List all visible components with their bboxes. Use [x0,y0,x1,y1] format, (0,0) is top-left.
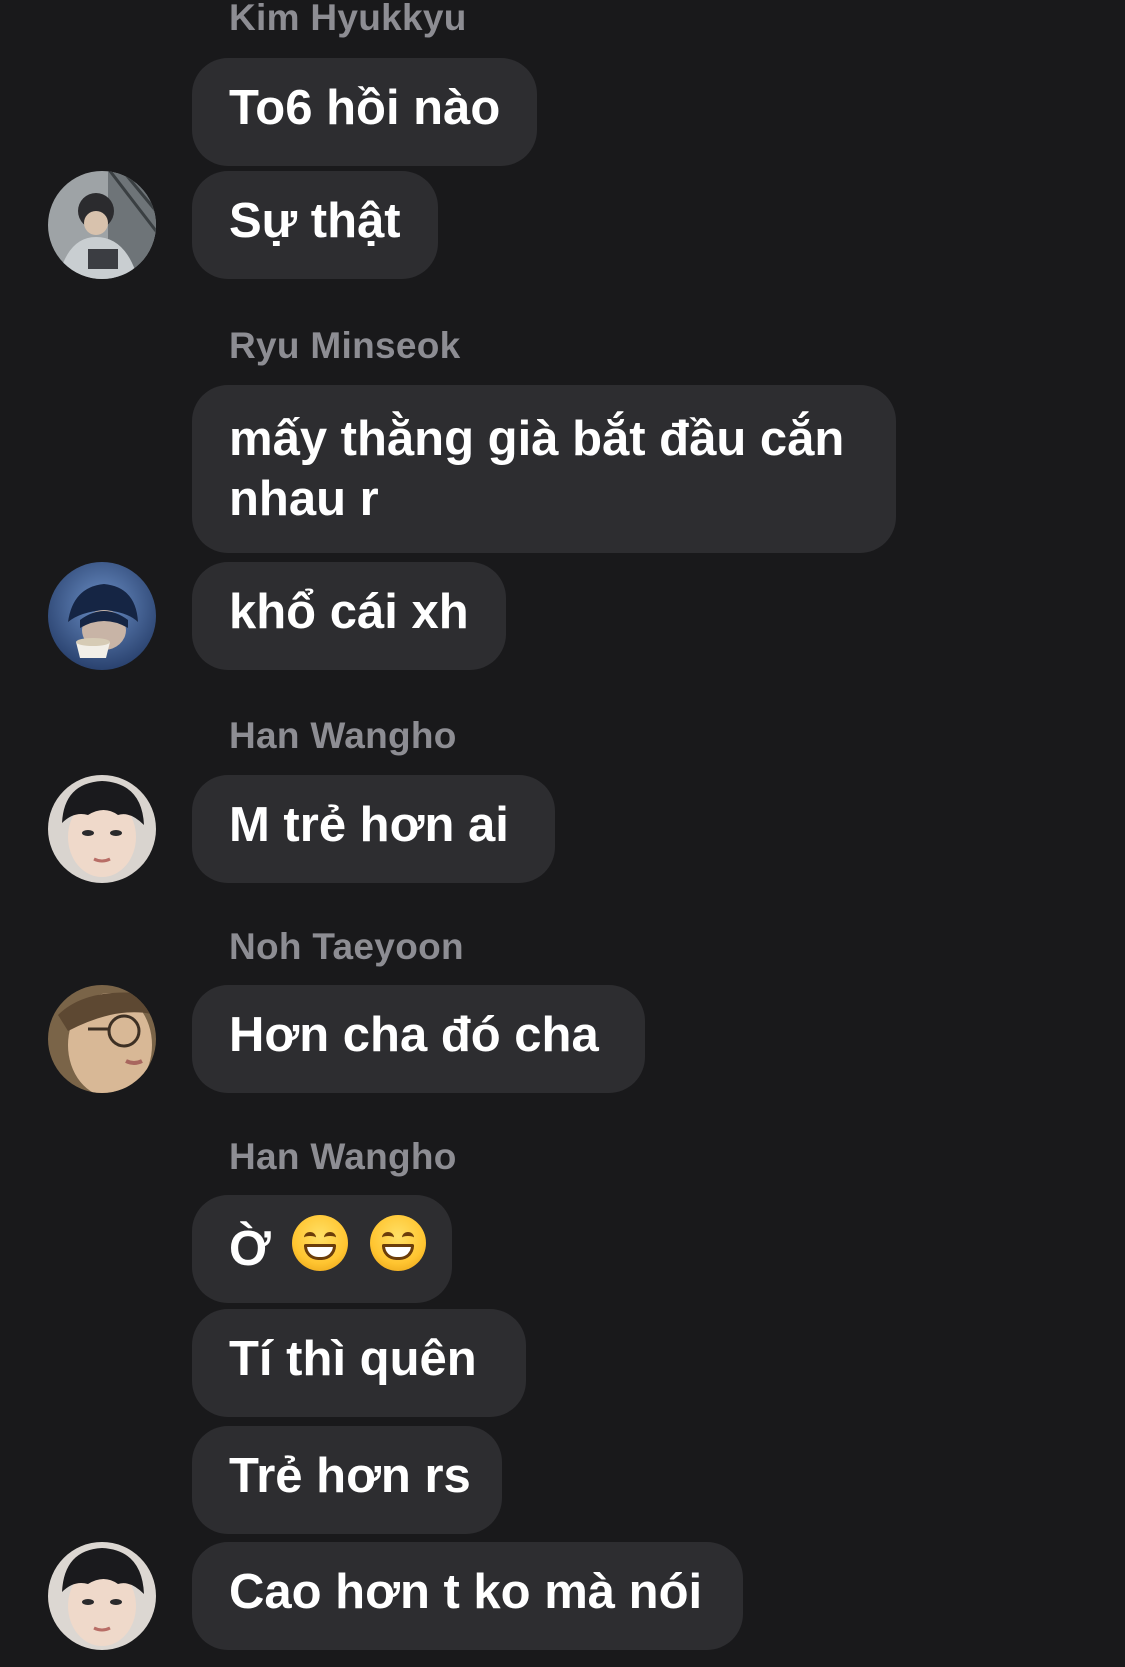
message-bubble[interactable]: Hơn cha đó cha [192,985,645,1093]
grinning-face-icon [292,1215,349,1271]
sender-name: Han Wangho [229,1136,457,1177]
avatar[interactable] [48,562,156,670]
avatar[interactable] [48,775,156,883]
user-photo-icon [48,775,156,883]
user-photo-icon [48,171,156,279]
sender-name: Han Wangho [229,715,457,756]
message-bubble[interactable]: Ờ [192,1195,452,1303]
user-photo-icon [48,1542,156,1650]
message-bubble[interactable]: Trẻ hơn rs [192,1426,502,1534]
grinning-face-icon [370,1215,427,1271]
user-photo-icon [48,562,156,670]
avatar[interactable] [48,1542,156,1650]
avatar[interactable] [48,171,156,279]
message-bubble[interactable]: M trẻ hơn ai [192,775,555,883]
message-bubble[interactable]: Sự thật [192,171,438,279]
sender-name: Ryu Minseok [229,325,461,366]
message-bubble[interactable]: To6 hồi nào [192,58,538,166]
avatar[interactable] [48,985,156,1093]
sender-name: Noh Taeyoon [229,926,464,967]
message-text: Ờ [229,1222,271,1276]
sender-name: Kim Hyukkyu [229,0,467,38]
message-bubble[interactable]: Tí thì quên [192,1309,526,1417]
message-bubble[interactable]: mấy thằng già bắt đầu cắn nhau r [192,385,896,553]
message-bubble[interactable]: khổ cái xh [192,562,506,670]
message-bubble[interactable]: Cao hơn t ko mà nói [192,1542,743,1650]
user-photo-icon [48,985,156,1093]
